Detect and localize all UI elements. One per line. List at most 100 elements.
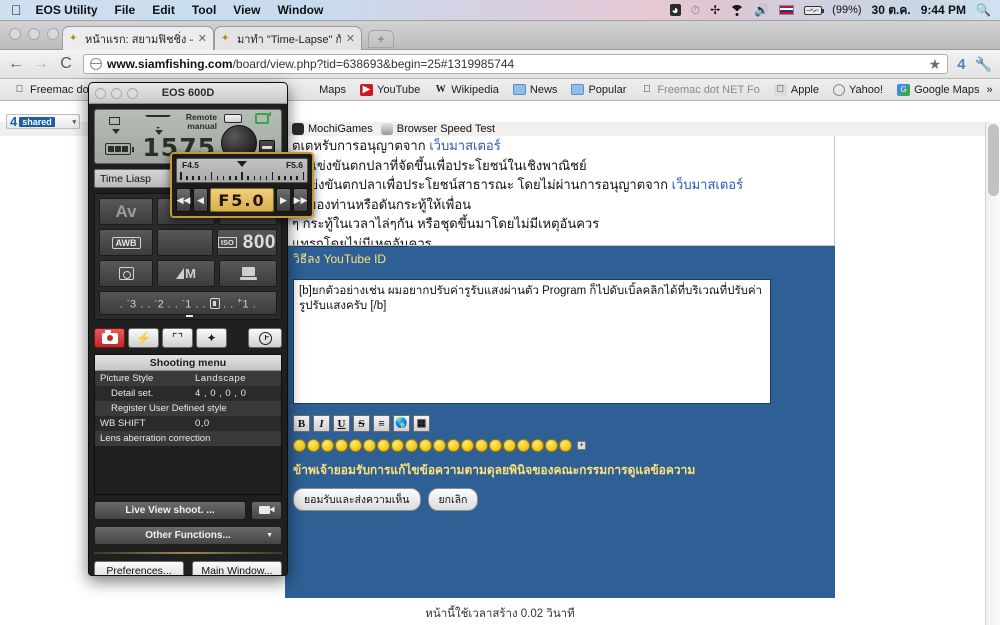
dropbox-icon[interactable]: ◕ (669, 4, 681, 16)
strike-button[interactable]: S (353, 415, 370, 432)
emoticon-button[interactable] (433, 439, 446, 452)
menu-row-detail-set[interactable]: Detail set. 4 , 0 , 0 , 0 (95, 386, 281, 401)
white-balance-cell[interactable]: AWB (99, 229, 153, 256)
bookmark-item[interactable]:  Freemac dot NET Fo (633, 84, 767, 96)
emoticon-button[interactable] (293, 439, 306, 452)
bookmark-mochigames[interactable]: MochiGames (292, 123, 373, 135)
submit-button[interactable]: ยอมรับและส่งความเห็น (293, 488, 421, 511)
address-bar[interactable]: www.siamfishing.com/board/view.php?tid=6… (83, 54, 949, 74)
emoticon-button[interactable] (391, 439, 404, 452)
reload-icon[interactable]: C (58, 55, 74, 73)
emoticon-button[interactable] (531, 439, 544, 452)
more-emoticons-button[interactable]: + (577, 441, 586, 450)
emoticon-button[interactable] (545, 439, 558, 452)
zoom-window-button[interactable] (127, 88, 138, 99)
apple-menu-icon[interactable]:  (11, 3, 22, 17)
other-functions-button[interactable]: Other Functions... ▼ (94, 526, 282, 545)
menu-row-lens-correction[interactable]: Lens aberration correction (95, 431, 281, 446)
iso-cell[interactable]: ISO 800 (216, 229, 277, 256)
minimize-window-button[interactable] (28, 28, 40, 40)
webmaster-link[interactable]: เว็บมาสเตอร์ (672, 177, 743, 192)
emoticon-button[interactable] (517, 439, 530, 452)
link-button[interactable]: 🌎 (393, 415, 410, 432)
timemachine-icon[interactable]: ⏱ (691, 4, 700, 16)
emoticon-button[interactable] (559, 439, 572, 452)
aperture-scale[interactable]: F4.5 F5.6 (176, 158, 308, 183)
aperture-value[interactable]: F5.0 (210, 188, 274, 212)
zoom-window-button[interactable] (47, 28, 59, 40)
close-tab-icon[interactable]: ✕ (346, 32, 355, 45)
menu-app-name[interactable]: EOS Utility (36, 3, 98, 17)
aperture-prev-button[interactable]: ◀ (193, 188, 208, 212)
emoticon-button[interactable] (377, 439, 390, 452)
align-button[interactable]: ≡ (373, 415, 390, 432)
close-tab-icon[interactable]: ✕ (198, 32, 207, 45)
thai-flag-icon[interactable] (779, 5, 795, 15)
flash-tab[interactable]: ⚡ (128, 328, 159, 348)
overflow-chevron-icon[interactable]: » (987, 84, 993, 96)
bookmark-item[interactable]: Yahoo! (826, 83, 890, 96)
bookmark-item[interactable]: Popular (564, 84, 633, 96)
bluetooth-icon[interactable]: ✢ (710, 4, 720, 16)
eos-window-controls[interactable] (95, 88, 138, 99)
webmaster-link[interactable]: เว็บมาสเตอร์ (429, 138, 500, 153)
live-view-button[interactable]: Live View shoot. ... (94, 501, 246, 520)
wrench-icon[interactable]: 🔧 (975, 56, 992, 73)
menu-edit[interactable]: Edit (152, 3, 175, 17)
bookmark-item[interactable]: News (506, 84, 565, 96)
menu-file[interactable]: File (115, 3, 136, 17)
mywindow-tab[interactable]: ✦ (196, 328, 227, 348)
window-controls[interactable] (9, 28, 59, 40)
emoticon-button[interactable] (307, 439, 320, 452)
movie-button[interactable] (251, 501, 282, 520)
emoticon-button[interactable] (419, 439, 432, 452)
bookmark-item[interactable]: W Wikipedia (427, 84, 506, 96)
emoticon-button[interactable] (321, 439, 334, 452)
timer-tab[interactable] (248, 328, 282, 348)
message-textarea[interactable] (293, 279, 771, 404)
preferences-button[interactable]: Preferences... (94, 561, 184, 575)
wb-correction-cell[interactable] (157, 229, 213, 256)
shooting-mode-cell[interactable]: Av (99, 198, 153, 225)
emoticon-button[interactable] (335, 439, 348, 452)
emoticon-button[interactable] (363, 439, 376, 452)
aperture-first-button[interactable]: ◀◀ (176, 188, 191, 212)
italic-button[interactable]: I (313, 415, 330, 432)
menu-row-picture-style[interactable]: Picture Style Landscape (95, 371, 281, 386)
bookmark-item[interactable]: ▶ YouTube (353, 83, 427, 96)
close-window-button[interactable] (9, 28, 21, 40)
volume-icon[interactable]: 🔊 (754, 4, 769, 16)
exposure-compensation-bar[interactable]: . -3 . . -2 . . -1 . . . . +1 . (99, 291, 277, 317)
emoticon-button[interactable] (489, 439, 502, 452)
4shared-toolbar[interactable]: 4 shared ▾ (6, 114, 80, 129)
search-icon[interactable]: 🔍 (976, 4, 991, 16)
tools-tab[interactable]: ⌜⌝ (162, 328, 193, 348)
wifi-icon[interactable] (730, 4, 745, 16)
battery-icon[interactable] (804, 5, 825, 15)
bookmark-item[interactable]: Apple (767, 83, 826, 96)
camera-tab[interactable] (94, 328, 125, 348)
bookmark-speedtest[interactable]: Browser Speed Test (380, 123, 495, 135)
emoticon-button[interactable] (405, 439, 418, 452)
main-window-button[interactable]: Main Window... (192, 561, 282, 575)
menu-row-register-style[interactable]: Register User Defined style (95, 401, 281, 416)
bookmarks-overflow[interactable]: » บุ๊กมาร์กอื่นๆ (987, 81, 1000, 99)
bookmark-item[interactable]: Maps (312, 84, 353, 96)
bookmark-star-icon[interactable]: ★ (929, 56, 942, 73)
aperture-last-button[interactable]: ▶▶ (293, 188, 308, 212)
aperture-popup[interactable]: F4.5 F5.6 ◀◀ ◀ F5.0 ▶ ▶▶ (170, 152, 314, 218)
minimize-window-button[interactable] (111, 88, 122, 99)
underline-button[interactable]: U (333, 415, 350, 432)
image-quality-cell[interactable]: M (157, 260, 215, 287)
eos-title-bar[interactable]: EOS 600D (89, 83, 287, 104)
bookmark-item[interactable]: G Google Maps (890, 83, 986, 96)
forward-icon[interactable]: → (33, 55, 49, 73)
new-tab-button[interactable]: + (368, 30, 394, 48)
browser-tab-2[interactable]: ✦ มาทำ "Time-Lapse" กันเถอะ: ก ✕ (214, 26, 362, 50)
page-scrollbar[interactable] (985, 122, 1000, 625)
emoticon-button[interactable] (503, 439, 516, 452)
emoticon-button[interactable] (349, 439, 362, 452)
scrollbar-thumb[interactable] (988, 124, 999, 196)
bold-button[interactable]: B (293, 415, 310, 432)
menu-view[interactable]: View (233, 3, 260, 17)
